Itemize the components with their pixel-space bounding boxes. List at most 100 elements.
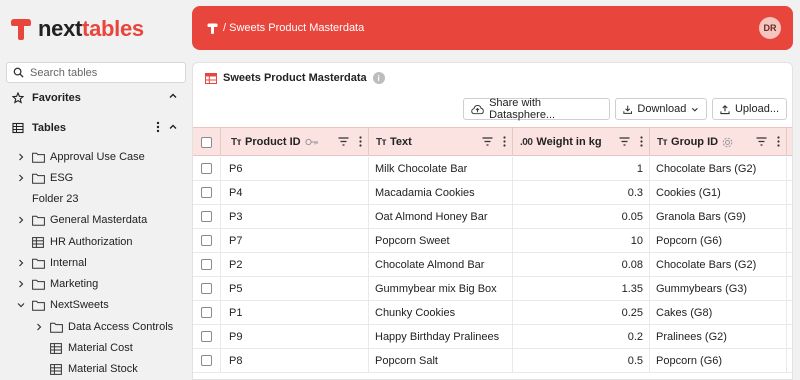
tables-section[interactable]: Tables xyxy=(0,117,190,139)
filter-icon[interactable] xyxy=(619,137,630,146)
row-checkbox[interactable] xyxy=(201,283,212,294)
cell-text[interactable]: Happy Birthday Pralinees xyxy=(369,325,513,348)
cell-product-id[interactable]: P8 xyxy=(221,349,369,372)
row-checkbox[interactable] xyxy=(201,355,212,366)
chevron-right-icon[interactable] xyxy=(14,280,28,288)
table-row[interactable]: P1 Chunky Cookies 0.25 Cakes (G8) xyxy=(193,301,792,325)
table-row[interactable]: P5 Gummybear mix Big Box 1.35 Gummybears… xyxy=(193,277,792,301)
cell-weight[interactable]: 10 xyxy=(513,229,650,252)
sidebar-item-data-access-controls[interactable]: Data Access Controls xyxy=(32,317,173,337)
upload-button[interactable]: Upload... xyxy=(712,98,787,120)
cell-product-id[interactable]: P2 xyxy=(221,253,369,276)
chevron-right-icon[interactable] xyxy=(14,174,28,182)
filter-icon[interactable] xyxy=(756,137,767,146)
avatar[interactable]: DR xyxy=(759,17,781,39)
column-header-weight[interactable]: .00 Weight in kg xyxy=(513,128,650,156)
cell-text[interactable]: Gummybear mix Big Box xyxy=(369,277,513,300)
cell-text[interactable]: Popcorn Salt xyxy=(369,349,513,372)
cell-weight[interactable]: 0.05 xyxy=(513,205,650,228)
breadcrumb[interactable]: / Sweets Product Masterdata xyxy=(223,22,364,34)
table-row[interactable]: P3 Oat Almond Honey Bar 0.05 Granola Bar… xyxy=(193,205,792,229)
column-header-group-id[interactable]: Tт Group ID xyxy=(650,128,787,156)
cell-weight[interactable]: 1.35 xyxy=(513,277,650,300)
share-with-datasphere-button[interactable]: Share with Datasphere... xyxy=(463,97,610,121)
sidebar-item-nextsweets[interactable]: NextSweets xyxy=(14,295,109,315)
chevron-right-icon[interactable] xyxy=(32,323,46,331)
more-vertical-icon[interactable] xyxy=(156,121,160,133)
row-checkbox[interactable] xyxy=(201,259,212,270)
cell-text[interactable]: Oat Almond Honey Bar xyxy=(369,205,513,228)
sidebar-item-hr-authorization[interactable]: HR Authorization xyxy=(32,232,133,252)
table-row[interactable]: P7 Popcorn Sweet 10 Popcorn (G6) xyxy=(193,229,792,253)
sidebar-item-approval-use-case[interactable]: Approval Use Case xyxy=(14,147,145,167)
chevron-right-icon[interactable] xyxy=(14,259,28,267)
cell-group-id[interactable]: Popcorn (G6) xyxy=(650,349,787,372)
cell-text[interactable]: Chunky Cookies xyxy=(369,301,513,324)
more-vertical-icon[interactable] xyxy=(503,136,506,147)
cell-product-id[interactable]: P3 xyxy=(221,205,369,228)
more-vertical-icon[interactable] xyxy=(359,136,362,147)
cell-text[interactable]: Macadamia Cookies xyxy=(369,181,513,204)
app-logo[interactable]: nexttables xyxy=(8,14,144,44)
row-checkbox[interactable] xyxy=(201,331,212,342)
favorites-section[interactable]: Favorites xyxy=(0,87,190,109)
cell-weight[interactable]: 0.25 xyxy=(513,301,650,324)
sidebar-item-material-cost[interactable]: Material Cost xyxy=(50,338,133,358)
cell-text[interactable]: Chocolate Almond Bar xyxy=(369,253,513,276)
more-vertical-icon[interactable] xyxy=(777,136,780,147)
sidebar-item-internal[interactable]: Internal xyxy=(14,253,87,273)
cell-product-id[interactable]: P6 xyxy=(221,157,369,180)
table-row[interactable]: P2 Chocolate Almond Bar 0.08 Chocolate B… xyxy=(193,253,792,277)
cell-text[interactable]: Milk Chocolate Bar xyxy=(369,157,513,180)
cell-weight[interactable]: 0.2 xyxy=(513,325,650,348)
cell-product-id[interactable]: P7 xyxy=(221,229,369,252)
filter-icon[interactable] xyxy=(338,137,349,146)
cell-group-id[interactable]: Chocolate Bars (G2) xyxy=(650,157,787,180)
sidebar-item-general-masterdata[interactable]: General Masterdata xyxy=(14,210,147,230)
cell-group-id[interactable]: Granola Bars (G9) xyxy=(650,205,787,228)
search-box[interactable] xyxy=(6,62,186,83)
chevron-down-icon[interactable] xyxy=(14,301,28,309)
nexttables-mark-icon[interactable] xyxy=(206,22,219,35)
select-all-checkbox[interactable] xyxy=(201,136,212,148)
row-checkbox[interactable] xyxy=(201,307,212,318)
sidebar-item-material-stock[interactable]: Material Stock xyxy=(50,359,138,379)
cell-product-id[interactable]: P1 xyxy=(221,301,369,324)
cell-group-id[interactable]: Pralinees (G2) xyxy=(650,325,787,348)
info-icon[interactable]: i xyxy=(372,72,385,84)
table-row[interactable]: P9 Happy Birthday Pralinees 0.2 Pralinee… xyxy=(193,325,792,349)
chevron-up-icon[interactable] xyxy=(168,91,178,101)
cell-group-id[interactable]: Popcorn (G6) xyxy=(650,229,787,252)
cell-group-id[interactable]: Cookies (G1) xyxy=(650,181,787,204)
table-row[interactable]: P8 Popcorn Salt 0.5 Popcorn (G6) xyxy=(193,349,792,373)
column-header-product-id[interactable]: Tт Product ID xyxy=(221,128,369,156)
cell-product-id[interactable]: P4 xyxy=(221,181,369,204)
row-checkbox[interactable] xyxy=(201,211,212,222)
cell-weight[interactable]: 1 xyxy=(513,157,650,180)
chevron-right-icon[interactable] xyxy=(14,216,28,224)
chevron-right-icon[interactable] xyxy=(14,153,28,161)
cell-weight[interactable]: 0.5 xyxy=(513,349,650,372)
cell-group-id[interactable]: Cakes (G8) xyxy=(650,301,787,324)
cell-group-id[interactable]: Chocolate Bars (G2) xyxy=(650,253,787,276)
filter-icon[interactable] xyxy=(482,137,493,146)
download-button[interactable]: Download xyxy=(615,98,707,120)
cell-product-id[interactable]: P5 xyxy=(221,277,369,300)
cell-text[interactable]: Popcorn Sweet xyxy=(369,229,513,252)
sidebar-item-folder-23[interactable]: Folder 23 xyxy=(32,189,78,209)
row-checkbox[interactable] xyxy=(201,187,212,198)
row-checkbox[interactable] xyxy=(201,235,212,246)
column-header-text[interactable]: Tт Text xyxy=(369,128,513,156)
cell-group-id[interactable]: Gummybears (G3) xyxy=(650,277,787,300)
chevron-up-icon[interactable] xyxy=(168,122,178,132)
cell-weight[interactable]: 0.3 xyxy=(513,181,650,204)
table-row[interactable]: P4 Macadamia Cookies 0.3 Cookies (G1) xyxy=(193,181,792,205)
table-row[interactable]: P6 Milk Chocolate Bar 1 Chocolate Bars (… xyxy=(193,157,792,181)
cell-product-id[interactable]: P9 xyxy=(221,325,369,348)
sidebar-item-esg[interactable]: ESG xyxy=(14,168,73,188)
sidebar-item-marketing[interactable]: Marketing xyxy=(14,274,98,294)
cell-weight[interactable]: 0.08 xyxy=(513,253,650,276)
more-vertical-icon[interactable] xyxy=(640,136,643,147)
row-checkbox[interactable] xyxy=(201,163,212,174)
search-input[interactable] xyxy=(30,66,170,79)
